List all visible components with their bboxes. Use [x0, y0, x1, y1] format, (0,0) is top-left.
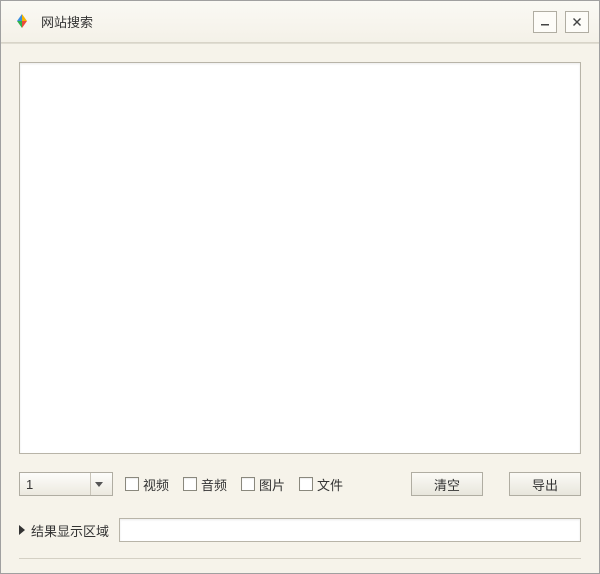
checkbox-box: [299, 477, 313, 491]
checkbox-file[interactable]: 文件: [299, 475, 343, 494]
filter-checks: 视频 音频 图片 文件: [125, 475, 343, 494]
divider: [19, 558, 581, 559]
thread-select[interactable]: 1: [19, 472, 113, 496]
checkbox-label: 图片: [259, 475, 285, 494]
client-area: 1 视频 音频 图片: [1, 43, 599, 573]
result-display-input[interactable]: [120, 519, 580, 541]
checkbox-image[interactable]: 图片: [241, 475, 285, 494]
triangle-icon: [19, 525, 25, 535]
checkbox-label: 文件: [317, 475, 343, 494]
app-icon: [13, 13, 31, 31]
url-input[interactable]: [20, 63, 580, 453]
thread-select-value: 1: [26, 477, 90, 492]
result-display-field: [119, 518, 581, 542]
title-bar: 网站搜索: [1, 1, 599, 43]
app-window: 网站搜索 1: [0, 0, 600, 574]
checkbox-audio[interactable]: 音频: [183, 475, 227, 494]
export-button[interactable]: 导出: [509, 472, 581, 496]
checkbox-label: 视频: [143, 475, 169, 494]
checkbox-box: [183, 477, 197, 491]
close-button[interactable]: [565, 11, 589, 33]
window-title: 网站搜索: [41, 12, 533, 31]
checkbox-video[interactable]: 视频: [125, 475, 169, 494]
controls-row: 1 视频 音频 图片: [19, 472, 581, 496]
checkbox-box: [125, 477, 139, 491]
window-controls: [533, 11, 589, 33]
clear-button[interactable]: 清空: [411, 472, 483, 496]
result-area-label: 结果显示区域: [19, 521, 109, 540]
minimize-button[interactable]: [533, 11, 557, 33]
checkbox-label: 音频: [201, 475, 227, 494]
chevron-down-icon: [90, 473, 106, 495]
url-input-panel: [19, 62, 581, 454]
result-label-text: 结果显示区域: [31, 521, 109, 540]
action-buttons: 清空 导出: [411, 472, 581, 496]
checkbox-box: [241, 477, 255, 491]
result-row: 结果显示区域: [19, 518, 581, 542]
